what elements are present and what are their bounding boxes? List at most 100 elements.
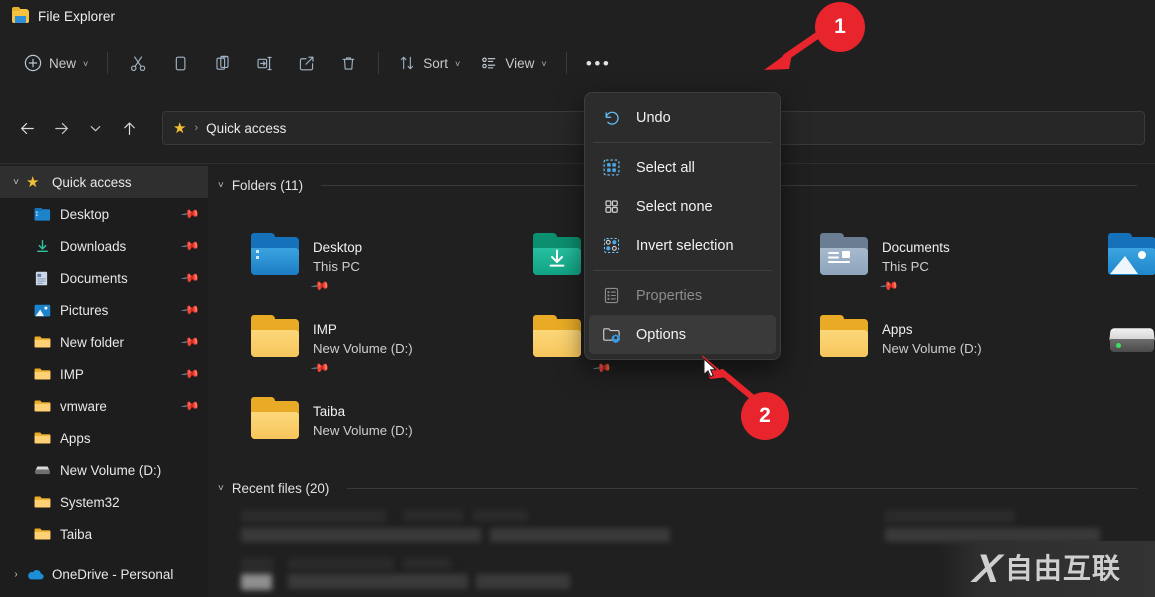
pin-icon: 📌 — [180, 364, 200, 384]
back-button[interactable] — [10, 112, 44, 144]
new-button[interactable]: New ˅ — [14, 46, 98, 80]
pin-icon: 📌 — [180, 268, 200, 288]
file-explorer-window: File Explorer New ˅ — [0, 0, 1155, 597]
sidebar-item-label: Downloads — [60, 239, 126, 254]
sidebar-item-new-volume-d[interactable]: New Volume (D:) — [0, 454, 208, 486]
menu-item-label: Select all — [636, 160, 695, 176]
up-button[interactable] — [112, 112, 146, 144]
title-bar: File Explorer — [0, 0, 1155, 32]
menu-item-select-none[interactable]: Select none — [589, 187, 776, 226]
chevron-right-icon[interactable]: › — [6, 569, 26, 580]
menu-divider — [593, 270, 772, 271]
sidebar-item-imp[interactable]: IMP 📌 — [0, 358, 208, 390]
new-button-label: New — [49, 56, 76, 71]
document-lines-icon — [828, 251, 860, 271]
folder-location: New Volume (D:) — [313, 423, 413, 438]
redacted-text — [288, 558, 393, 570]
delete-button[interactable] — [327, 46, 369, 80]
toolbar-divider-3 — [566, 52, 567, 74]
share-button[interactable] — [285, 46, 327, 80]
pin-icon: 📌 — [180, 300, 200, 320]
desktop-marks — [256, 250, 264, 266]
sidebar-item-label: New Volume (D:) — [60, 463, 161, 478]
watermark-text: 自由互联 — [1005, 555, 1121, 583]
paste-icon — [213, 54, 232, 73]
documents-folder-icon — [34, 271, 56, 286]
copy-button[interactable] — [159, 46, 201, 80]
sidebar-item-downloads[interactable]: Downloads 📌 — [0, 230, 208, 262]
rename-icon — [255, 54, 274, 73]
arrow-up-icon — [120, 119, 139, 138]
sidebar-item-new-folder[interactable]: New folder 📌 — [0, 326, 208, 358]
watermark-logo: X — [971, 549, 1003, 589]
sidebar-item-system32[interactable]: System32 — [0, 486, 208, 518]
drive-icon — [34, 464, 56, 477]
sidebar-item-taiba[interactable]: Taiba — [0, 518, 208, 550]
chevron-down-icon[interactable]: ˅ — [218, 483, 224, 494]
folder-location: New Volume (D:) — [313, 341, 413, 356]
toolbar-divider — [107, 52, 108, 74]
annotation-marker-2: 2 — [741, 392, 789, 440]
sidebar-item-vmware[interactable]: vmware 📌 — [0, 390, 208, 422]
redacted-text — [288, 574, 468, 589]
desktop-folder-icon — [251, 237, 299, 275]
redacted-text — [885, 510, 1015, 523]
redacted-text — [241, 558, 273, 572]
pictures-folder-icon — [1108, 237, 1155, 275]
sidebar-item-onedrive[interactable]: › OneDrive - Personal — [0, 558, 208, 590]
arrow-left-icon — [18, 119, 37, 138]
folder-name: IMP — [313, 322, 337, 337]
sidebar-item-label: Apps — [60, 431, 91, 446]
pin-icon: 📌 — [180, 204, 200, 224]
sidebar-item-documents[interactable]: Documents 📌 — [0, 262, 208, 294]
menu-divider — [593, 142, 772, 143]
trash-icon — [339, 54, 358, 73]
recent-locations-button[interactable] — [78, 112, 112, 144]
menu-item-options[interactable]: Options — [589, 315, 776, 354]
folder-tile-documents[interactable]: Documents This PC 📌 — [820, 237, 950, 295]
redacted-text — [403, 558, 451, 569]
view-list-icon — [480, 54, 498, 72]
chevron-down-icon[interactable]: ˅ — [6, 177, 26, 188]
forward-button[interactable] — [44, 112, 78, 144]
sidebar-item-desktop[interactable]: Desktop 📌 — [0, 198, 208, 230]
folder-tile-desktop[interactable]: Desktop This PC 📌 — [251, 237, 362, 295]
folder-tile-apps[interactable]: Apps New Volume (D:) — [820, 319, 982, 358]
sidebar-item-label: IMP — [60, 367, 84, 382]
folder-tile-taiba[interactable]: Taiba New Volume (D:) — [251, 401, 413, 440]
sidebar-item-label: Pictures — [60, 303, 108, 318]
menu-item-undo[interactable]: Undo — [589, 98, 776, 137]
navigation-pane[interactable]: ˅ ★ Quick access Desktop 📌 Downloads 📌 — [0, 166, 208, 597]
paste-button[interactable] — [201, 46, 243, 80]
pin-icon: 📌 — [310, 276, 330, 296]
folder-location: This PC — [313, 259, 360, 274]
folder-icon — [34, 495, 56, 509]
view-button[interactable]: View ˅ — [470, 46, 556, 80]
sidebar-item-label: New folder — [60, 335, 124, 350]
more-options-context-menu[interactable]: Undo Select all — [584, 92, 781, 360]
scissors-icon — [129, 54, 148, 73]
chevron-down-icon[interactable]: ˅ — [218, 180, 224, 191]
sidebar-item-pictures[interactable]: Pictures 📌 — [0, 294, 208, 326]
folders-group-label: Folders (11) — [232, 178, 303, 193]
folder-tile-pictures[interactable]: Pictures This PC 📌 — [1108, 237, 1155, 295]
menu-item-invert-selection[interactable]: Invert selection — [589, 226, 776, 265]
menu-item-label: Invert selection — [636, 238, 734, 254]
redacted-text — [473, 510, 528, 521]
sidebar-item-quick-access[interactable]: ˅ ★ Quick access — [0, 166, 208, 198]
redacted-text — [476, 574, 570, 589]
sort-arrows-icon — [398, 54, 416, 72]
cut-button[interactable] — [117, 46, 159, 80]
sort-button[interactable]: Sort ˅ — [388, 46, 470, 80]
more-options-button[interactable]: ••• — [576, 46, 622, 80]
pin-icon: 📌 — [180, 396, 200, 416]
menu-item-select-all[interactable]: Select all — [589, 148, 776, 187]
rename-button[interactable] — [243, 46, 285, 80]
picture-glyph-icon — [1108, 248, 1155, 275]
folder-icon — [34, 335, 56, 349]
sidebar-item-apps[interactable]: Apps — [0, 422, 208, 454]
folder-tile-new-volume-d[interactable]: New Volume (D:) — [1108, 319, 1155, 357]
recent-files-group-header[interactable]: ˅ Recent files (20) — [208, 469, 1155, 496]
redacted-text — [885, 528, 1100, 542]
folder-tile-imp[interactable]: IMP New Volume (D:) 📌 — [251, 319, 413, 377]
